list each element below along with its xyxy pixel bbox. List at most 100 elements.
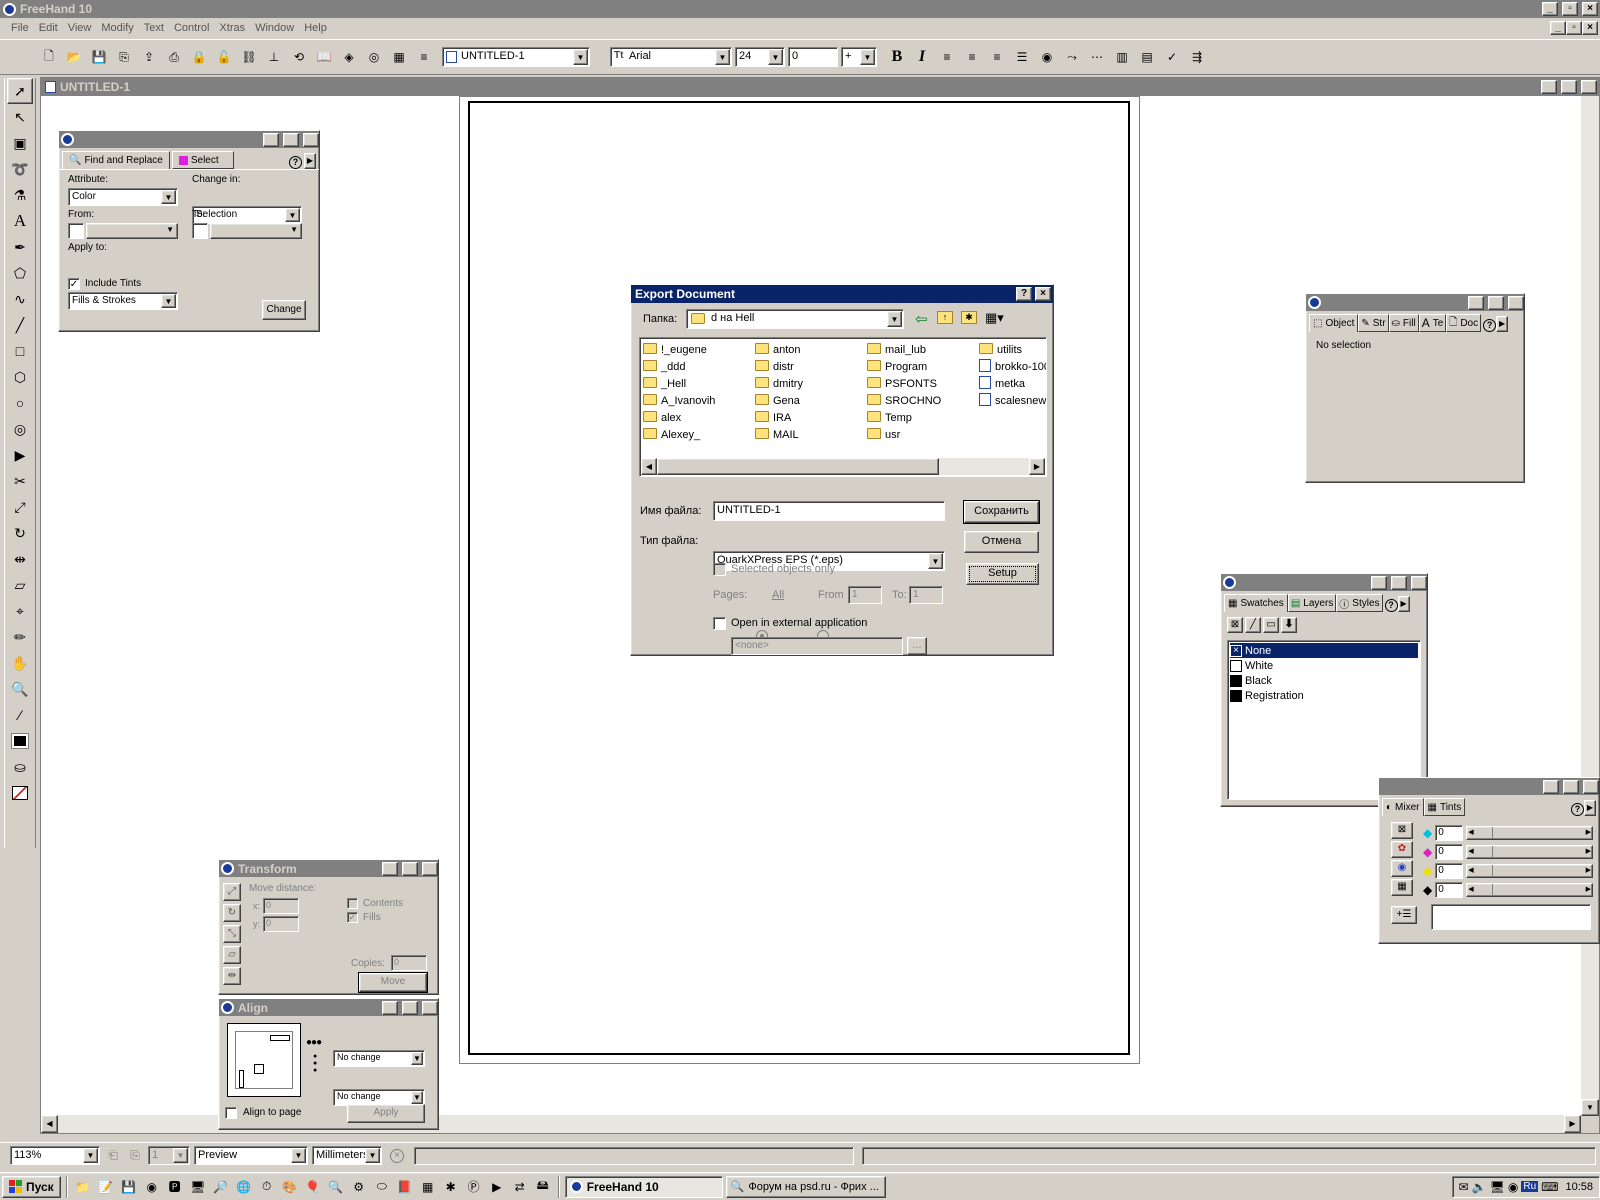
- list-item[interactable]: IRA: [755, 410, 865, 427]
- copies-input[interactable]: 0: [391, 955, 427, 971]
- new-folder-icon[interactable]: ✱: [961, 311, 977, 324]
- color-icon[interactable]: ◎: [363, 46, 385, 68]
- list-item[interactable]: anton: [755, 342, 865, 359]
- cancel-button[interactable]: Отмена: [964, 531, 1039, 553]
- open-external-checkbox[interactable]: [713, 617, 726, 630]
- align-right-icon[interactable]: ≡: [986, 46, 1008, 68]
- fills-checkbox[interactable]: ✓: [347, 912, 358, 923]
- quicklaunch-star-icon[interactable]: ✱: [441, 1176, 461, 1198]
- list-item[interactable]: alex: [643, 410, 753, 427]
- trace-tool-icon[interactable]: ⌖: [7, 598, 33, 624]
- save-button[interactable]: Сохранить: [963, 500, 1040, 524]
- menu-control[interactable]: Control: [169, 22, 214, 34]
- list-item[interactable]: scalesnew: [979, 393, 1046, 410]
- pencil-tool-icon[interactable]: ✏: [7, 624, 33, 650]
- page-select[interactable]: 1 ▼: [148, 1146, 190, 1165]
- change-button[interactable]: Change: [262, 300, 306, 320]
- swatch-registration[interactable]: Registration: [1230, 688, 1418, 703]
- bezigon-tool-icon[interactable]: ⬠: [7, 260, 33, 286]
- eyedropper-tool-icon[interactable]: ⚗: [7, 182, 33, 208]
- rgb-mode-icon[interactable]: ✿: [1391, 841, 1413, 858]
- tab-object[interactable]: ⬚ Object: [1309, 314, 1359, 332]
- start-button[interactable]: Пуск: [2, 1175, 61, 1198]
- from-color-select[interactable]: ▼: [68, 223, 178, 239]
- doc-minimize-button[interactable]: _: [1550, 21, 1566, 35]
- next-page-icon[interactable]: ⎘: [126, 1145, 144, 1167]
- doc-close-button[interactable]: ×: [1582, 21, 1598, 35]
- menu-file[interactable]: File: [6, 22, 34, 34]
- help-icon[interactable]: ?: [1384, 599, 1398, 612]
- keyboard-icon[interactable]: ⌨: [1541, 1180, 1558, 1194]
- pages-from-input[interactable]: 1: [848, 586, 882, 604]
- y-input[interactable]: 0: [263, 916, 299, 932]
- subselect-tool-icon[interactable]: ↖: [7, 104, 33, 130]
- list-item[interactable]: !_eugene: [643, 342, 753, 359]
- freeform-tool-icon[interactable]: ∿: [7, 286, 33, 312]
- x-input[interactable]: 0: [263, 898, 299, 914]
- black-input[interactable]: 0: [1435, 881, 1464, 898]
- setup-button[interactable]: Setup: [966, 563, 1039, 585]
- quicklaunch-app-icon[interactable]: ⚙: [349, 1176, 369, 1198]
- menu-text[interactable]: Text: [139, 22, 169, 34]
- view-menu-icon[interactable]: ▦▾: [985, 310, 1004, 326]
- panel-menu-arrow-icon[interactable]: ▶: [304, 153, 316, 169]
- text-editor-icon[interactable]: ▤: [1136, 46, 1158, 68]
- add-to-swatches-button[interactable]: +☰: [1391, 906, 1417, 924]
- reflect-tool-icon[interactable]: ⇹: [7, 546, 33, 572]
- quicklaunch-acrobat-icon[interactable]: 📕: [395, 1176, 415, 1198]
- file-list[interactable]: !_eugene _ddd _Hell A_Ivanovih alex Alex…: [639, 337, 1047, 477]
- quicklaunch-clock-icon[interactable]: ⏱: [257, 1176, 277, 1198]
- symbols-icon[interactable]: ◈: [338, 46, 360, 68]
- text-attach-icon[interactable]: ⋯: [1086, 46, 1108, 68]
- magenta-slider[interactable]: ◀ ▶: [1466, 844, 1593, 859]
- quicklaunch-notepad-icon[interactable]: 📝: [96, 1176, 116, 1198]
- doc-restore-button[interactable]: ▫: [1566, 21, 1582, 35]
- language-indicator[interactable]: Ru: [1521, 1181, 1539, 1192]
- list-item[interactable]: Temp: [867, 410, 977, 427]
- text-columns-icon[interactable]: ▥: [1111, 46, 1133, 68]
- yellow-input[interactable]: 0: [1435, 862, 1464, 879]
- quicklaunch-monitor-icon[interactable]: 🖥: [188, 1176, 208, 1198]
- menu-help[interactable]: Help: [299, 22, 332, 34]
- attribute-select[interactable]: Color ▼: [68, 188, 178, 206]
- panel-close-button[interactable]: ×: [1583, 779, 1599, 794]
- panel-maximize-button[interactable]: ▫: [402, 861, 418, 876]
- lock-icon[interactable]: 🔒: [188, 46, 210, 68]
- cyan-input[interactable]: 0: [1435, 824, 1464, 841]
- menu-view[interactable]: View: [63, 22, 97, 34]
- tab-select[interactable]: Select: [171, 151, 234, 169]
- panel-maximize-button[interactable]: ▫: [402, 1000, 418, 1015]
- hls-mode-icon[interactable]: ◉: [1391, 860, 1413, 877]
- stroke-fill-swatch-icon[interactable]: [7, 728, 33, 754]
- swatch-black[interactable]: Black: [1230, 673, 1418, 688]
- menu-modify[interactable]: Modify: [96, 22, 138, 34]
- panel-close-button[interactable]: ×: [422, 861, 438, 876]
- magenta-input[interactable]: 0: [1435, 843, 1464, 860]
- mail-icon[interactable]: ✉: [1459, 1180, 1469, 1194]
- align-center-icon[interactable]: ≡: [961, 46, 983, 68]
- scroll-left-arrow-icon[interactable]: ◀: [41, 1115, 58, 1133]
- scale-tool-icon[interactable]: ⤢: [7, 494, 33, 520]
- polygon-tool-icon[interactable]: ⬡: [7, 364, 33, 390]
- align-left-icon[interactable]: ≡: [936, 46, 958, 68]
- cancel-render-icon[interactable]: ×: [390, 1148, 404, 1163]
- speaker-icon[interactable]: 🔈: [1472, 1180, 1487, 1194]
- fill-selector-icon[interactable]: ▭: [1263, 617, 1279, 633]
- line-tool-icon[interactable]: ╱: [7, 312, 33, 338]
- scale-mode-icon[interactable]: ⤡: [223, 925, 241, 943]
- text-wrap-icon[interactable]: ⇶: [1186, 46, 1208, 68]
- no-fill-icon[interactable]: [7, 780, 33, 806]
- view-mode-select[interactable]: Preview ▼: [194, 1146, 308, 1165]
- bold-icon[interactable]: B: [886, 46, 908, 68]
- quicklaunch-zoom-icon[interactable]: 🔍: [326, 1176, 346, 1198]
- bucket-icon[interactable]: ⛀: [7, 754, 33, 780]
- pen-tool-icon[interactable]: ✒: [7, 234, 33, 260]
- pages-to-input[interactable]: 1: [909, 586, 943, 604]
- layers-icon[interactable]: ≡: [413, 46, 435, 68]
- panel-maximize-button[interactable]: ▫: [1391, 575, 1407, 590]
- menu-window[interactable]: Window: [250, 22, 299, 34]
- vertical-scrollbar[interactable]: ▼: [1581, 96, 1599, 1116]
- leading-mode-select[interactable]: + ▼: [841, 47, 877, 67]
- panel-close-button[interactable]: ×: [1411, 575, 1427, 590]
- font-select[interactable]: Tt Arial ▼: [610, 47, 732, 67]
